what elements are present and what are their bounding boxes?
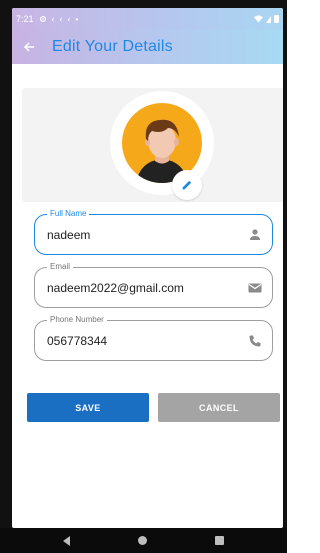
pencil-icon [182,180,192,190]
avatar-panel [22,88,283,202]
wifi-icon [254,15,263,23]
email-input[interactable] [47,281,237,295]
email-field[interactable]: Email [34,262,273,308]
app-screen: 7:21 ‹ ‹ ‹ • Edit Your Details Full Name… [12,8,283,528]
battery-icon [274,15,279,23]
app-bar: Edit Your Details [12,30,283,64]
page-title: Edit Your Details [52,38,173,55]
notification-icon: ‹ [59,14,63,24]
settings-icon [39,15,46,23]
full-name-label: Full Name [47,209,90,219]
status-left: 7:21 ‹ ‹ ‹ • [16,14,78,24]
notification-icon: ‹ [51,14,55,24]
person-icon [250,229,260,240]
nav-back-icon[interactable] [63,535,70,546]
phone-input[interactable] [47,334,237,348]
dot-icon: • [75,14,79,24]
system-nav-bar [0,528,287,553]
email-label: Email [47,262,74,272]
nav-home-icon[interactable] [138,536,147,545]
nav-recent-icon[interactable] [215,536,224,545]
full-name-input[interactable] [47,228,237,242]
arrow-back-icon [23,42,34,52]
mail-icon [248,283,262,293]
back-button[interactable] [12,30,46,64]
status-time: 7:21 [16,14,34,24]
full-name-field[interactable]: Full Name [34,209,273,255]
device-frame: 7:21 ‹ ‹ ‹ • Edit Your Details Full Name… [0,0,287,553]
phone-label: Phone Number [47,315,107,325]
cancel-button[interactable]: CANCEL [158,393,280,422]
signal-icon [266,15,271,23]
edit-avatar-button[interactable] [172,170,202,200]
status-right [254,15,279,23]
notification-icon: ‹ [67,14,71,24]
phone-icon [249,335,261,347]
phone-field[interactable]: Phone Number [34,315,273,361]
status-bar: 7:21 ‹ ‹ ‹ • [12,8,283,30]
save-button[interactable]: SAVE [27,393,149,422]
